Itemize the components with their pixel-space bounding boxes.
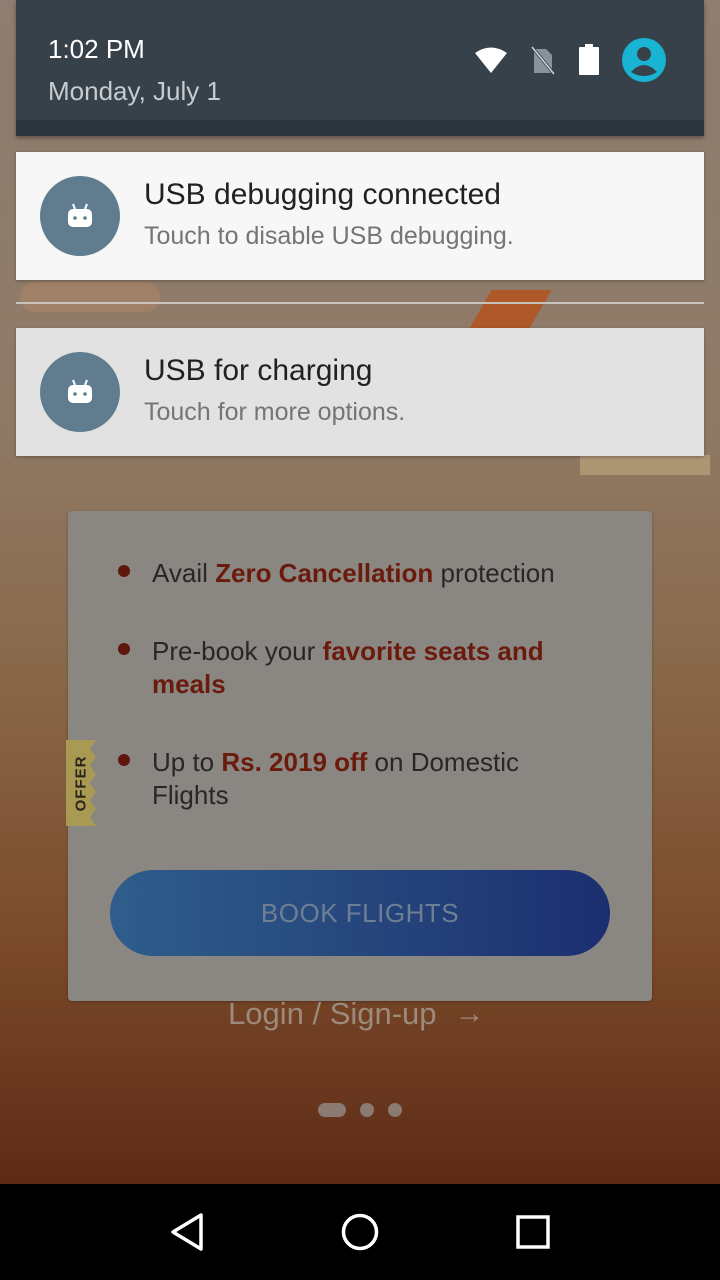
shade-header-bottom-bar (16, 120, 704, 136)
page-dot (388, 1103, 402, 1117)
page-indicator (318, 1103, 402, 1117)
android-icon (40, 352, 120, 432)
back-icon[interactable] (157, 1202, 217, 1262)
bullet-dot-icon (118, 565, 130, 577)
notification-title: USB for charging (144, 354, 373, 387)
cloud-decoration (20, 282, 160, 312)
login-signup-link[interactable]: Login / Sign-up → (228, 994, 485, 1034)
arrow-right-icon: → (454, 997, 485, 1030)
android-icon (40, 176, 120, 256)
book-flights-button[interactable]: BOOK FLIGHTS (110, 870, 610, 956)
notification-divider (16, 302, 704, 304)
battery-icon (578, 44, 600, 76)
notification-usb-debugging[interactable]: USB debugging connected Touch to disable… (16, 152, 704, 280)
date-label[interactable]: Monday, July 1 (48, 76, 221, 107)
recents-icon[interactable] (503, 1202, 563, 1262)
offer-bullet: Pre-book your favorite seats and meals (118, 635, 588, 701)
no-sim-icon (530, 45, 556, 75)
home-icon[interactable] (330, 1202, 390, 1262)
bullet-text: Pre-book your favorite seats and meals (152, 636, 544, 699)
offer-tag-label: OFFER (72, 755, 90, 811)
bullet-text: Up to Rs. 2019 off on Domestic Flights (152, 747, 520, 810)
notification-usb-charging[interactable]: USB for charging Touch for more options. (16, 328, 704, 456)
bullet-dot-icon (118, 643, 130, 655)
page-dot-active (318, 1103, 346, 1117)
background-strip-decoration (580, 455, 710, 475)
status-icons (452, 38, 666, 82)
offer-bullet: Avail Zero Cancellation protection (118, 557, 588, 590)
user-account-icon[interactable] (622, 38, 666, 82)
wifi-icon (474, 46, 508, 74)
page-dot (360, 1103, 374, 1117)
notification-subtitle: Touch to disable USB debugging. (144, 222, 514, 250)
offer-bullet: Up to Rs. 2019 off on Domestic Flights (118, 746, 588, 812)
login-signup-label: Login / Sign-up (228, 996, 437, 1031)
bullet-dot-icon (118, 754, 130, 766)
navigation-bar (0, 1184, 720, 1280)
bullet-text: Avail Zero Cancellation protection (152, 558, 555, 588)
notification-subtitle: Touch for more options. (144, 398, 406, 426)
notification-shade-header: 1:02 PM Monday, July 1 (16, 0, 704, 136)
plane-tail-decoration (468, 290, 552, 330)
clock-time: 1:02 PM (48, 34, 145, 64)
notification-title: USB debugging connected (144, 178, 501, 211)
